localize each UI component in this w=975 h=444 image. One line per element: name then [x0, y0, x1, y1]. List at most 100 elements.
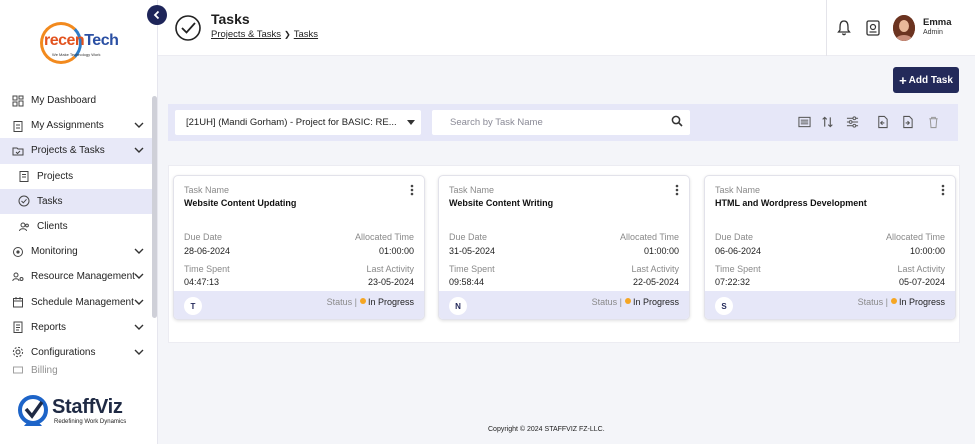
assignee-avatar[interactable]: S [715, 297, 733, 315]
people-gear-icon [11, 270, 24, 283]
more-options-icon[interactable] [941, 184, 945, 196]
search-icon[interactable] [671, 115, 683, 127]
chevron-down-icon[interactable] [133, 270, 145, 282]
sidebar-item-projects-tasks[interactable]: Projects & Tasks [0, 138, 153, 164]
assignee-avatar[interactable]: T [184, 297, 202, 315]
clipboard-icon [11, 119, 24, 132]
chevron-down-icon[interactable] [133, 245, 145, 257]
project-select[interactable]: [21UH] (Mandi Gorham) - Project for BASI… [175, 110, 421, 135]
task-card[interactable]: Task Name Website Content Updating Due D… [173, 175, 425, 320]
allocated-time: 01:00:00 [378, 246, 414, 256]
users-icon [17, 220, 30, 233]
sidebar-scrollbar[interactable] [152, 96, 157, 318]
breadcrumb: Projects & Tasks ❯ Tasks [211, 29, 318, 40]
sidebar-item-monitoring[interactable]: Monitoring [0, 239, 153, 264]
check-circle-icon [17, 195, 30, 208]
report-icon [11, 321, 24, 334]
projects-icon [17, 170, 30, 183]
staffviz-logo: StaffViz Redefining Work Dynamics [16, 394, 156, 430]
avatar[interactable] [893, 15, 915, 41]
time-spent: 07:22:32 [715, 277, 751, 287]
task-card[interactable]: Task Name HTML and Wordpress Development… [704, 175, 956, 320]
task-name[interactable]: Website Content Writing [449, 198, 553, 208]
due-date: 31-05-2024 [449, 246, 496, 256]
allocated-time: 10:00:00 [909, 246, 945, 256]
status-badge: Status | In Progress [857, 297, 945, 307]
card-footer: S Status | In Progress [705, 291, 955, 319]
trash-icon[interactable] [927, 115, 940, 129]
filter-sliders-icon[interactable] [846, 115, 859, 129]
more-options-icon[interactable] [675, 184, 679, 196]
task-board: Task Name Website Content Updating Due D… [168, 165, 960, 343]
dashboard-icon [11, 94, 24, 107]
sidebar-item-billing[interactable]: Billing [0, 365, 153, 375]
sidebar-item-configurations[interactable]: Configurations [0, 340, 153, 365]
chevron-down-icon[interactable] [133, 119, 145, 131]
timer-widget-icon[interactable] [865, 19, 881, 37]
copyright-text: Copyright © 2024 STAFFVIZ FZ-LLC. [488, 426, 605, 433]
tasks-check-icon [175, 15, 201, 41]
task-card[interactable]: Task Name Website Content Writing Due Da… [438, 175, 690, 320]
chevron-right-icon: ❯ [284, 30, 291, 39]
task-search-input[interactable] [432, 110, 690, 135]
task-name[interactable]: HTML and Wordpress Development [715, 198, 867, 208]
export-icon[interactable] [901, 115, 914, 129]
breadcrumb-projects-tasks[interactable]: Projects & Tasks [211, 29, 281, 40]
billing-icon [11, 365, 24, 375]
sidebar-item-projects[interactable]: Projects [0, 164, 153, 189]
top-header: Tasks Projects & Tasks ❯ Tasks Emma Admin [158, 0, 975, 56]
sidebar: recenTech We Make Technology Work My Das… [0, 0, 158, 444]
import-icon[interactable] [876, 115, 889, 129]
card-footer: T Status | In Progress [174, 291, 424, 319]
time-spent: 04:47:13 [184, 277, 220, 287]
due-date: 28-06-2024 [184, 246, 231, 256]
chevron-down-icon[interactable] [133, 144, 145, 156]
time-spent: 09:58:44 [449, 277, 485, 287]
user-name[interactable]: Emma [923, 17, 952, 28]
due-date: 06-06-2024 [715, 246, 762, 256]
assignee-avatar[interactable]: N [449, 297, 467, 315]
filter-bar: [21UH] (Mandi Gorham) - Project for BASI… [168, 104, 958, 141]
header-divider [826, 0, 827, 56]
status-badge: Status | In Progress [326, 297, 414, 307]
caret-down-icon [407, 120, 415, 125]
sidebar-item-resource-management[interactable]: Resource Management [0, 264, 153, 289]
sidebar-item-my-dashboard[interactable]: My Dashboard [0, 88, 153, 113]
gear-icon [11, 346, 24, 359]
last-activity: 23-05-2024 [367, 277, 414, 287]
last-activity: 22-05-2024 [632, 277, 679, 287]
add-task-button[interactable]: + Add Task [893, 67, 959, 93]
sidebar-collapse-button[interactable] [147, 5, 167, 25]
sidebar-item-schedule-management[interactable]: Schedule Management [0, 290, 153, 315]
calendar-icon [11, 296, 24, 309]
sidebar-item-my-assignments[interactable]: My Assignments [0, 113, 153, 138]
more-options-icon[interactable] [410, 184, 414, 196]
allocated-time: 01:00:00 [643, 246, 679, 256]
chevron-down-icon[interactable] [133, 296, 145, 308]
status-dot-icon [624, 298, 631, 304]
page-title: Tasks [211, 11, 250, 27]
status-badge: Status | In Progress [591, 297, 679, 307]
task-name[interactable]: Website Content Updating [184, 198, 296, 208]
recentech-logo: recenTech We Make Technology Work [40, 22, 119, 64]
chevron-left-icon [153, 10, 160, 20]
folder-check-icon [11, 144, 24, 157]
monitor-icon [11, 245, 24, 258]
staffviz-mark-icon [18, 395, 48, 426]
breadcrumb-tasks[interactable]: Tasks [294, 29, 318, 40]
sidebar-nav: My Dashboard My Assignments Projects & T… [0, 88, 153, 375]
sort-icon[interactable] [821, 115, 834, 129]
last-activity: 05-07-2024 [898, 277, 945, 287]
status-dot-icon [359, 298, 366, 304]
chevron-down-icon[interactable] [133, 321, 145, 333]
status-dot-icon [890, 298, 897, 304]
card-footer: N Status | In Progress [439, 291, 689, 319]
chevron-down-icon[interactable] [133, 346, 145, 358]
plus-icon: + [899, 72, 907, 88]
user-role: Admin [923, 29, 943, 36]
bell-icon[interactable] [836, 19, 852, 37]
sidebar-item-clients[interactable]: Clients [0, 214, 153, 239]
sidebar-item-tasks[interactable]: Tasks [0, 188, 153, 214]
list-view-icon[interactable] [798, 115, 811, 129]
sidebar-item-reports[interactable]: Reports [0, 315, 153, 340]
